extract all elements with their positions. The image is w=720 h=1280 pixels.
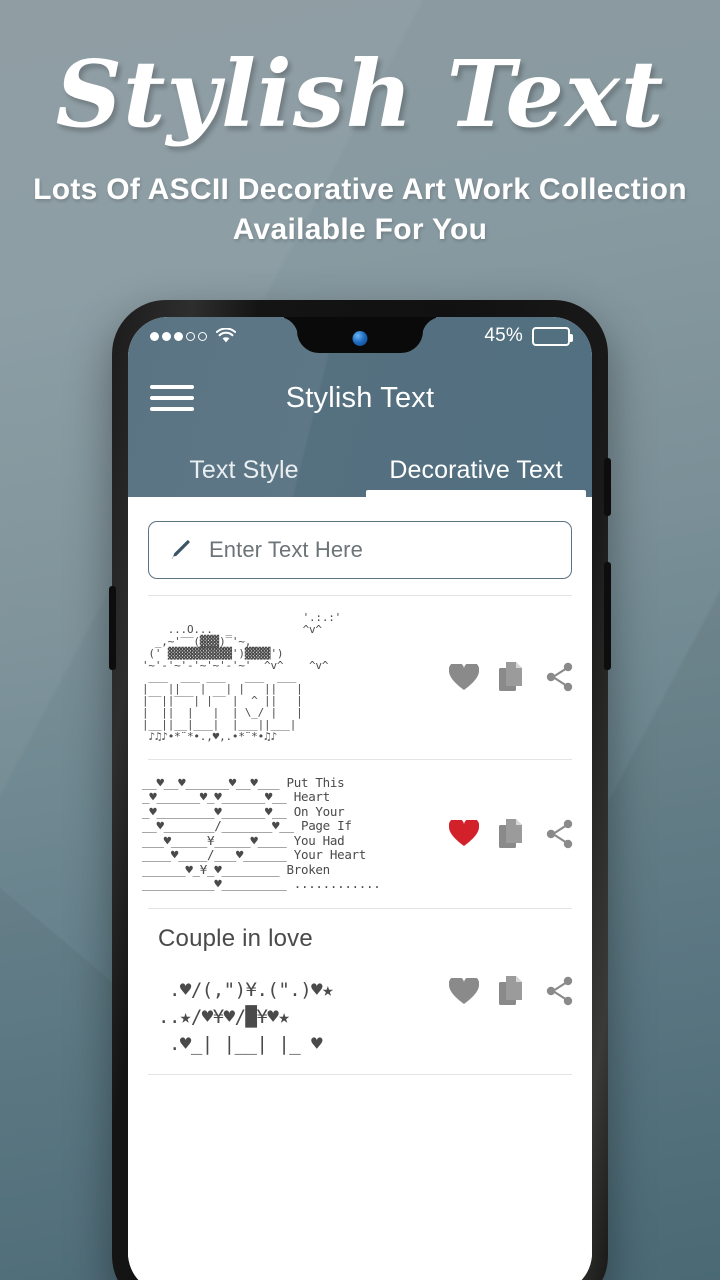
front-camera-icon: [352, 331, 368, 346]
battery-icon: [532, 326, 573, 346]
signal-dot-1: [150, 331, 159, 341]
phone-side-button-top-right[interactable]: [604, 458, 611, 516]
hero-title: Stylish Text: [55, 40, 665, 148]
hamburger-line-1: [150, 385, 194, 389]
phone-mockup: 45% Stylish Text Text Style Decorative T…: [109, 300, 611, 1280]
search-section: Enter Text Here: [128, 497, 592, 595]
heart-icon[interactable]: [447, 974, 481, 1008]
item-actions: [440, 660, 592, 694]
text-input-box[interactable]: Enter Text Here: [148, 521, 572, 579]
divider-4: [148, 1073, 572, 1075]
couple-art-block: Couple in love .♥/(,")¥.(".)♥★ ..★/♥¥♥/█…: [142, 924, 334, 1058]
battery-percent-label: 45%: [484, 325, 523, 346]
status-bar-right: 45%: [484, 325, 573, 347]
copy-icon[interactable]: [495, 817, 529, 851]
page-title: Stylish Text: [285, 381, 435, 414]
share-icon[interactable]: [543, 974, 577, 1008]
signal-dot-2: [162, 331, 171, 341]
tab-bar: Text Style Decorative Text: [128, 441, 592, 497]
list-item[interactable]: __♥__♥______♥__♥___ Put This _♥______♥_♥…: [128, 760, 592, 908]
item-actions: [440, 817, 592, 851]
ascii-art-container: __♥__♥______♥__♥___ Put This _♥______♥_♥…: [128, 774, 440, 892]
list-item[interactable]: Couple in love .♥/(,")¥.(".)♥★ ..★/♥¥♥/█…: [128, 909, 592, 1074]
hamburger-line-3: [150, 407, 194, 411]
signal-dot-5: [198, 331, 207, 341]
ascii-art-container: '.:.:' ...O... _ ^v^ _,~'‾‾(▓▓▓)‾'~,_ ('…: [128, 612, 440, 743]
tab-decorative-text-label: Decorative Text: [389, 456, 563, 484]
signal-strength-icon: [150, 331, 207, 341]
hero-section: Stylish Text Lots Of ASCII Decorative Ar…: [0, 0, 720, 249]
content-area: Enter Text Here '.:.:' ...O... _ ^v^ _,~…: [128, 497, 592, 1280]
share-icon[interactable]: [543, 660, 577, 694]
status-bar-left: [150, 327, 237, 344]
heart-icon[interactable]: [447, 660, 481, 694]
hamburger-line-2: [150, 396, 194, 400]
ascii-art-title: Couple in love: [158, 924, 313, 952]
copy-icon[interactable]: [495, 660, 529, 694]
tab-text-style[interactable]: Text Style: [128, 441, 360, 497]
copy-icon[interactable]: [495, 974, 529, 1008]
app-header: 45% Stylish Text Text Style Decorative T…: [128, 317, 592, 497]
wifi-icon: [215, 327, 237, 344]
signal-dot-3: [174, 331, 183, 341]
phone-screen: 45% Stylish Text Text Style Decorative T…: [128, 317, 592, 1280]
heart-icon[interactable]: [447, 817, 481, 851]
tab-decorative-text[interactable]: Decorative Text: [360, 441, 592, 497]
item-actions: [440, 974, 592, 1008]
phone-side-button-bottom-right[interactable]: [604, 562, 611, 670]
signal-dot-4: [186, 331, 195, 341]
phone-side-button-left[interactable]: [109, 586, 116, 670]
share-icon[interactable]: [543, 817, 577, 851]
ascii-art-heart-poem: __♥__♥______♥__♥___ Put This _♥______♥_♥…: [142, 774, 381, 892]
text-input-placeholder: Enter Text Here: [209, 537, 363, 562]
tab-text-style-label: Text Style: [189, 456, 299, 484]
ascii-art-container: Couple in love .♥/(,")¥.(".)♥★ ..★/♥¥♥/█…: [128, 925, 440, 1058]
hamburger-menu-icon[interactable]: [150, 385, 194, 411]
hero-subtitle: Lots Of ASCII Decorative Art Work Collec…: [33, 173, 687, 246]
pencil-icon: [167, 537, 193, 563]
ascii-art-hello: '.:.:' ...O... _ ^v^ _,~'‾‾(▓▓▓)‾'~,_ ('…: [142, 611, 342, 743]
app-bar: Stylish Text: [128, 355, 592, 441]
ascii-art-couple: .♥/(,")¥.(".)♥★ ..★/♥¥♥/█¥♥★ .♥_| |__| |…: [158, 978, 334, 1055]
list-item[interactable]: '.:.:' ...O... _ ^v^ _,~'‾‾(▓▓▓)‾'~,_ ('…: [128, 596, 592, 759]
